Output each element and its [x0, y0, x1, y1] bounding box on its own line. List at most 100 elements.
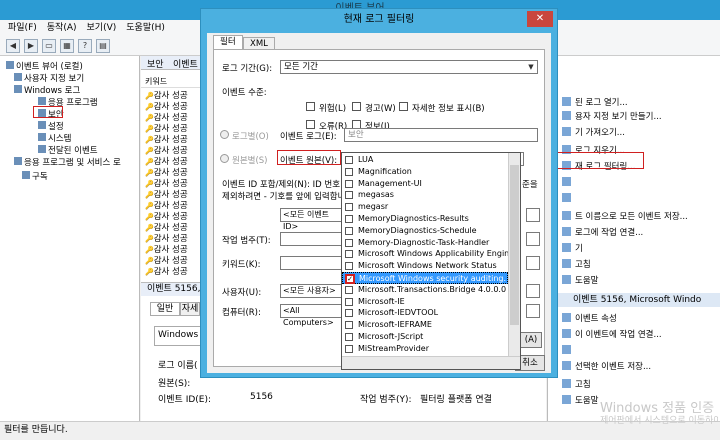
- source-checkbox[interactable]: [345, 344, 353, 353]
- keyword-select[interactable]: [280, 256, 344, 270]
- action-item[interactable]: 기 가져오기...: [575, 126, 625, 138]
- bylog-radio[interactable]: [220, 130, 229, 139]
- panel-icon[interactable]: ▤: [96, 38, 110, 53]
- level-checkbox[interactable]: [352, 102, 361, 111]
- source-checkbox[interactable]: [345, 226, 353, 235]
- source-checkbox[interactable]: [345, 250, 353, 259]
- action-item[interactable]: 도움말: [575, 274, 598, 286]
- close-icon[interactable]: ✕: [527, 11, 553, 27]
- source-dropdown-list[interactable]: LUA Magnification Management-UI megasas mega…: [341, 152, 521, 370]
- detail-tab-details[interactable]: 자세: [180, 302, 200, 316]
- source-checkbox[interactable]: [345, 191, 353, 200]
- source-checkbox[interactable]: [345, 215, 353, 223]
- forward-icon[interactable]: ▶: [24, 38, 38, 53]
- source-item[interactable]: megasas: [342, 189, 508, 201]
- source-item-label: MemoryDiagnostics-Schedule: [358, 225, 477, 235]
- tree-item[interactable]: 구독: [32, 170, 48, 182]
- activation-watermark-sub: 제어판에서 시스템으로 이동하여 Windows를 정품 인증하십시오.: [600, 416, 718, 426]
- bysource-radio[interactable]: [220, 154, 229, 163]
- computer-input-tail[interactable]: [526, 304, 540, 318]
- user-input[interactable]: <모든 사용자>: [280, 284, 344, 298]
- source-checkbox[interactable]: [345, 285, 353, 294]
- user-input-tail[interactable]: [526, 284, 540, 298]
- source-item[interactable]: MemoryDiagnostics-Schedule: [342, 225, 508, 237]
- action-item[interactable]: 이벤트 속성: [575, 312, 617, 324]
- folder-icon[interactable]: ▭: [42, 38, 56, 53]
- menu-help[interactable]: 도움말(H): [126, 20, 165, 36]
- clear-button[interactable]: (A): [520, 332, 542, 348]
- action-item[interactable]: 고침: [575, 258, 591, 270]
- key-icon: 🔑: [145, 136, 154, 144]
- key-icon: 🔑: [145, 235, 154, 243]
- source-item[interactable]: Microsoft-IE: [342, 296, 508, 308]
- detail-tab-general[interactable]: 일반: [150, 302, 180, 316]
- source-checkbox[interactable]: ✓: [345, 274, 355, 284]
- tree-item[interactable]: 시스템: [48, 132, 71, 144]
- source-checkbox[interactable]: [345, 333, 353, 341]
- source-checkbox[interactable]: [345, 156, 353, 164]
- source-item[interactable]: LUA: [342, 154, 508, 166]
- tab-filter[interactable]: 필터: [213, 35, 243, 49]
- grid-icon[interactable]: ▦: [60, 38, 74, 53]
- back-icon[interactable]: ◀: [6, 38, 20, 53]
- eventid-input-tail[interactable]: [526, 208, 540, 222]
- menu-file[interactable]: 파일(F): [8, 20, 37, 36]
- key-icon: 🔑: [145, 125, 154, 133]
- tree-item[interactable]: Windows 로그: [24, 84, 80, 96]
- help-icon[interactable]: ?: [78, 38, 92, 53]
- source-checkbox[interactable]: [345, 297, 353, 306]
- tree-item[interactable]: 전달된 이벤트: [48, 144, 98, 156]
- action-item[interactable]: 트 이름으로 모든 이벤트 저장...: [575, 210, 688, 222]
- source-checkbox[interactable]: [345, 203, 353, 212]
- menu-view[interactable]: 보기(V): [87, 20, 117, 36]
- source-checkbox[interactable]: [345, 179, 353, 188]
- source-item[interactable]: Microsoft-JScript: [342, 331, 508, 343]
- tree-item[interactable]: 설정: [48, 120, 64, 132]
- keyword-select-tail[interactable]: [526, 256, 540, 270]
- level-checkbox[interactable]: [399, 102, 408, 111]
- action-item[interactable]: 로그에 작업 연결...: [575, 226, 643, 238]
- eventlog-select[interactable]: 보안: [344, 128, 538, 142]
- action-item[interactable]: 고침: [575, 378, 591, 390]
- dropdown-vertical-scrollbar[interactable]: [508, 153, 520, 356]
- source-checkbox[interactable]: [345, 167, 353, 176]
- menu-action[interactable]: 동작(A): [47, 20, 77, 36]
- source-item[interactable]: MiStreamProvider: [342, 343, 508, 355]
- source-item[interactable]: Microsoft Windows Applicability Engine: [342, 248, 514, 260]
- action-icon: [562, 313, 571, 322]
- action-item[interactable]: 도움말: [575, 394, 598, 406]
- source-checkbox[interactable]: [345, 309, 353, 318]
- source-item[interactable]: ✓ Microsoft Windows security auditing.: [342, 272, 508, 284]
- dropdown-scroll-thumb[interactable]: [510, 165, 519, 325]
- level-checkbox[interactable]: [306, 102, 315, 111]
- source-item[interactable]: megasr: [342, 201, 508, 213]
- action-item[interactable]: 기: [575, 242, 583, 254]
- source-checkbox[interactable]: [345, 238, 353, 247]
- log-row[interactable]: 🔑감사 성공: [145, 265, 188, 277]
- eventid-input[interactable]: <모든 이벤트 ID>: [280, 208, 344, 231]
- action-item[interactable]: 선택한 이벤트 저장...: [575, 360, 651, 372]
- computer-input[interactable]: <All Computers>: [280, 304, 348, 327]
- source-checkbox[interactable]: [345, 321, 353, 330]
- logged-select[interactable]: 모든 기간 ▼: [280, 60, 538, 74]
- source-item[interactable]: Management-UI: [342, 178, 508, 190]
- source-item[interactable]: MemoryDiagnostics-Results: [342, 213, 508, 225]
- tree-item[interactable]: 사용자 지정 보기: [24, 72, 84, 84]
- source-item[interactable]: Microsoft Windows Network Status: [342, 260, 508, 272]
- source-checkbox[interactable]: [345, 262, 353, 271]
- log-tab-security[interactable]: 보안: [147, 57, 164, 70]
- dropdown-horizontal-scrollbar[interactable]: [342, 356, 520, 369]
- source-item[interactable]: Microsoft-IEFRAME: [342, 319, 508, 331]
- task-select[interactable]: [280, 232, 344, 246]
- action-item[interactable]: 이 이벤트에 작업 연결...: [575, 328, 662, 340]
- source-item[interactable]: Magnification: [342, 166, 508, 178]
- task-select-tail[interactable]: [526, 232, 540, 246]
- level-checkbox[interactable]: [306, 120, 315, 129]
- source-item[interactable]: Microsoft-IEDVTOOL: [342, 307, 508, 319]
- action-item[interactable]: 된 로그 열기...: [575, 96, 628, 108]
- source-item[interactable]: Memory-Diagnostic-Task-Handler: [342, 237, 508, 249]
- source-item[interactable]: Microsoft.Transactions.Bridge 4.0.0.0: [342, 284, 508, 296]
- tree-item[interactable]: 응용 프로그램 및 서비스 로: [24, 156, 121, 168]
- action-item[interactable]: 용자 지정 보기 만들기...: [575, 110, 662, 122]
- tree-item[interactable]: 이벤트 뷰어 (로컬): [16, 60, 83, 72]
